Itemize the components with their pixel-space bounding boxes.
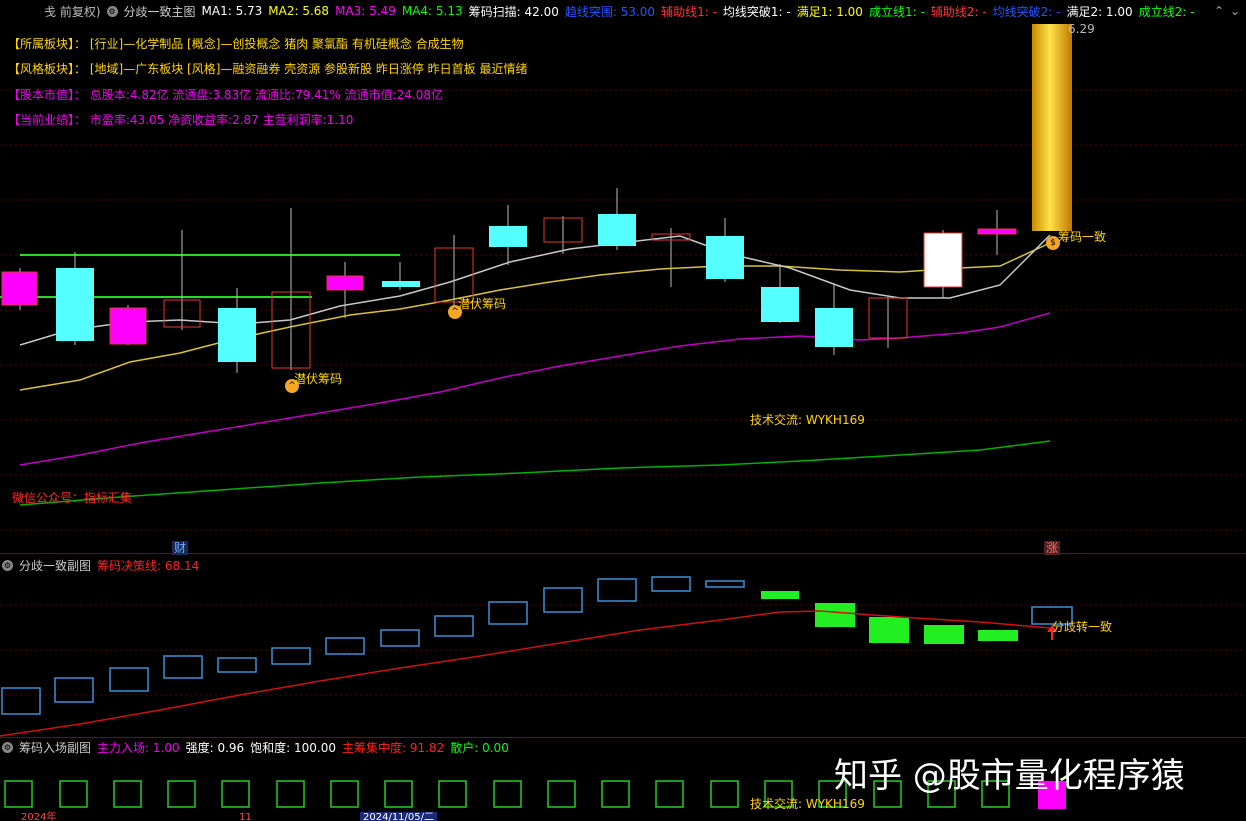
candle-12 [598,214,636,246]
candle-7 [326,275,364,291]
ma-white-line [19,234,1051,346]
style-value: [地域]—广东板块 [风格]—融资融券 壳资源 参股新股 昨日涨停 昨日首板 最… [89,62,528,76]
candle-1 [1,271,38,306]
retail-value: 散户: 0.00 [450,740,509,755]
ma1-value: MA1: 5.73 [201,4,263,18]
candle-5 [218,308,256,362]
indicator-name[interactable]: 分歧一致主图 [124,3,196,20]
chevron-up-icon[interactable]: ⌃ [1212,4,1226,18]
candles [1,188,1017,373]
ma4-value: MA4: 5.13 [401,4,463,18]
indicator-header: 戋 前复权) ⚙ 分歧一致主图 MA1: 5.73 MA2: 5.68 MA3:… [0,0,1246,22]
tech-exchange-label-2: 技术交流: WYKH169 [750,797,865,811]
candle-8 [382,281,420,287]
sub1-green-bars [761,591,1018,644]
performance-key: 【当前业绩】： [8,113,87,127]
settings-circle-icon[interactable]: ⚙ [2,741,13,753]
chip-scan-value: 筹码扫描: 42.00 [468,4,559,19]
sub2-name[interactable]: 筹码入场副图 [19,739,91,756]
watermark-text: 知乎 @股市量化程序猿 [834,756,1185,796]
sub1-grid [0,604,1246,696]
candle-14 [706,236,744,279]
ma-magenta-line [19,312,1051,466]
wechat-label: 微信公众号：指标汇集 [12,491,133,505]
candle-16 [815,308,853,347]
performance-value: 市盈率:43.05 净资收益率:2.87 主营利润率:1.10 [89,113,354,127]
saturation-value: 饱和度: 100.00 [250,740,337,755]
candle-18 [923,232,963,288]
satisfy-2: 满足2: 1.00 [1066,4,1133,19]
candle-10 [489,226,527,247]
aux-line-2: 辅助线2: - [930,4,987,19]
window-title: 戋 前复权) [44,4,101,19]
panel-divider-1 [0,553,1246,554]
ma-break-2: 均线突破2: - [992,4,1061,19]
gold-bar [1032,24,1072,231]
form-line-1: 成立线1: - [868,4,925,19]
sub1-header: ⚙ 分歧一致副图 筹码决策线: 68.14 [0,556,199,574]
chip-lurk-label-2: 潜伏筹码 [458,297,507,311]
capital-value: 总股本:4.82亿 流通盘:3.83亿 流通比:79.41% 流通市值:24.0… [89,88,444,102]
stock-chart-screen: 戋 前复权) ⚙ 分歧一致主图 MA1: 5.73 MA2: 5.68 MA3:… [0,0,1246,821]
chip-lurk-label-1: 潜伏筹码 [294,372,343,386]
date-label-month: 11 [239,812,252,821]
chip-decision-value: 筹码决策线: 68.14 [97,558,200,573]
chip-agree-label: 筹码一致 [1058,230,1107,244]
date-label-year: 2024年 [21,812,57,821]
sector-value: [行业]—化学制品 [概念]—创投概念 猪肉 聚氯酯 有机硅概念 合成生物 [89,37,464,51]
ma3-value: MA3: 5.49 [335,4,396,18]
form-line-2: 成立线2: - [1138,4,1195,19]
settings-circle-icon[interactable]: ⚙ [106,5,118,17]
main-force-entry: 主力入场: 1.00 [97,740,180,755]
settings-circle-icon[interactable]: ⚙ [2,559,13,571]
aux-line-1: 辅助线1: - [661,4,717,19]
sub1-name[interactable]: 分歧一致副图 [19,557,91,574]
ma-break-1: 均线突破1: - [722,4,791,19]
satisfy-1: 满足1: 1.00 [796,4,863,19]
info-row-capital: 【股本市值】： 总股本:4.82亿 流通盘:3.83亿 流通比:79.41% 流… [8,86,443,103]
ma-green-line [19,440,1051,506]
style-key: 【风格板块】： [8,62,87,76]
candle-15 [761,287,799,322]
candle-3 [109,307,147,345]
sub1-boxes [1,576,1073,715]
date-label-cursor: 2024/11/05/二 [360,812,438,821]
strength-value: 强度: 0.96 [185,740,245,755]
capital-key: 【股本市值】： [8,88,87,102]
concentration-value: 主筹集中度: 91.82 [342,740,445,755]
sub2-header: ⚙ 筹码入场副图 主力入场: 1.00 强度: 0.96 饱和度: 100.00… [0,738,509,756]
chevron-down-icon[interactable]: ⌄ [1228,4,1242,18]
info-row-style: 【风格板块】： [地域]—广东板块 [风格]—融资融券 壳资源 参股新股 昨日涨… [8,60,527,77]
price-top-label: 6.29 [1068,22,1095,36]
info-row-performance: 【当前业绩】： 市盈率:43.05 净资收益率:2.87 主营利润率:1.10 [8,111,353,128]
info-row-sector: 【所属板块】： [行业]—化学制品 [概念]—创投概念 猪肉 聚氯酯 有机硅概念… [8,35,464,52]
tech-exchange-label: 技术交流: WYKH169 [750,413,865,427]
candle-2 [56,268,94,341]
sector-key: 【所属板块】： [8,37,87,51]
divergence-to-agree-label: 分歧转一致 [1052,620,1113,634]
candle-19 [977,228,1017,235]
ma2-value: MA2: 5.68 [268,4,330,18]
trend-break-value: 趋线突围: 53.00 [564,4,656,19]
ma-yellow-line [19,242,1051,391]
